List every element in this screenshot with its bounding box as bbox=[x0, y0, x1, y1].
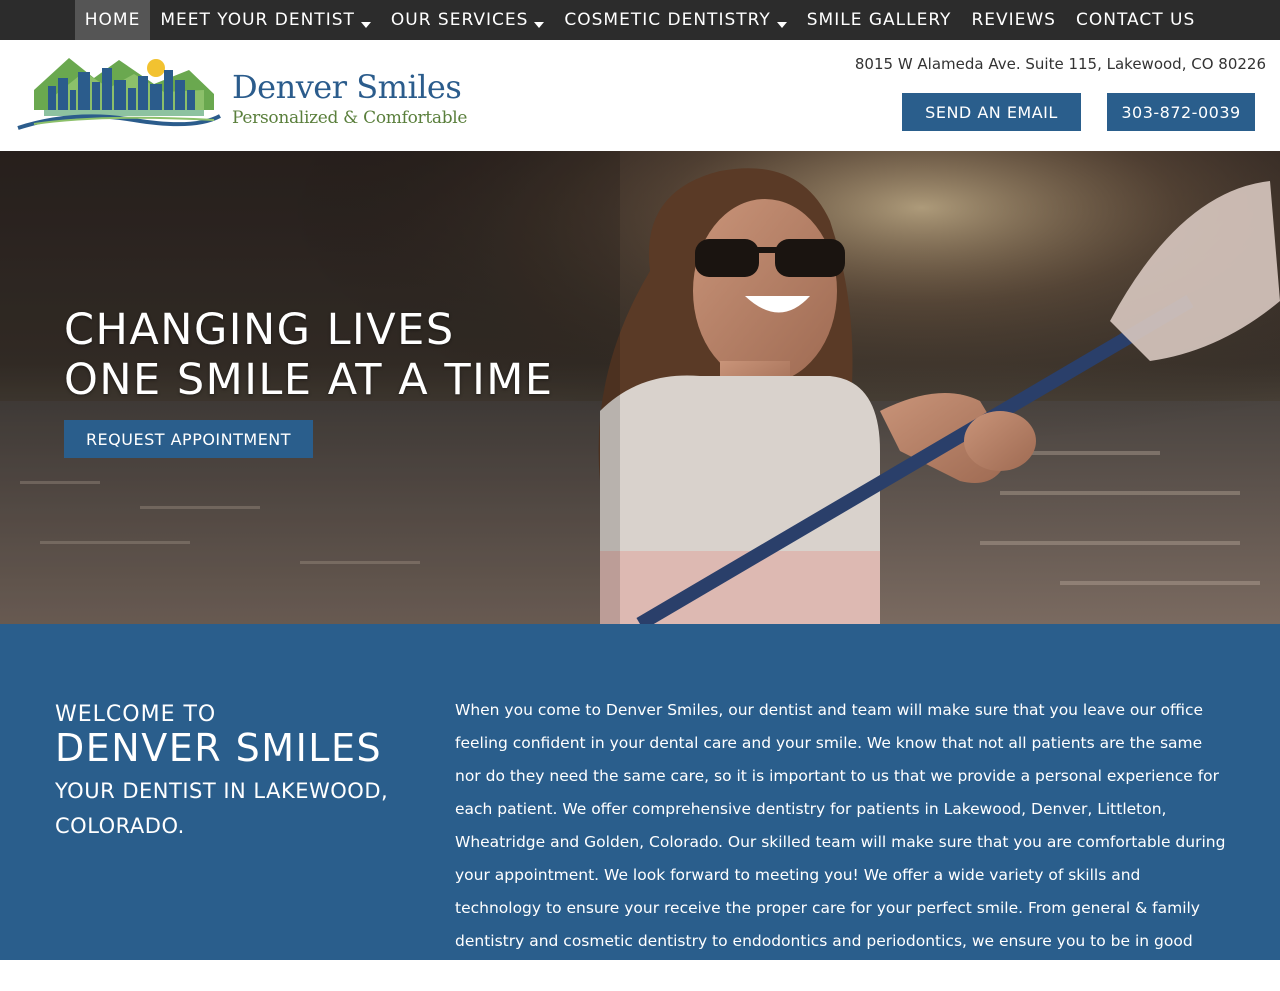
hero-banner: CHANGING LIVES ONE SMILE AT A TIME REQUE… bbox=[0, 151, 1280, 624]
hero-title: CHANGING LIVES ONE SMILE AT A TIME bbox=[64, 305, 554, 405]
nav-item-label: SMILE GALLERY bbox=[806, 10, 952, 30]
caret-down-icon bbox=[360, 22, 371, 28]
nav-item-label: MEET YOUR DENTIST bbox=[160, 10, 355, 30]
caret-down-icon bbox=[534, 22, 545, 28]
office-address: 8015 W Alameda Ave. Suite 115, Lakewood,… bbox=[854, 55, 1266, 73]
phone-button[interactable]: 303-872-0039 bbox=[1107, 93, 1255, 131]
nav-item-contact-us[interactable]: CONTACT US bbox=[1066, 0, 1205, 40]
nav-item-reviews[interactable]: REVIEWS bbox=[961, 0, 1066, 40]
logo[interactable]: Denver Smiles Personalized & Comfortable bbox=[14, 50, 467, 140]
send-email-button[interactable]: SEND AN EMAIL bbox=[902, 93, 1081, 131]
nav-item-label: REVIEWS bbox=[971, 10, 1056, 30]
welcome-title: DENVER SMILES bbox=[55, 726, 383, 770]
request-appointment-button[interactable]: REQUEST APPOINTMENT bbox=[64, 420, 313, 458]
caret-down-icon bbox=[776, 22, 787, 28]
welcome-subtitle: YOUR DENTIST IN LAKEWOOD, COLORADO. bbox=[55, 779, 389, 838]
nav-item-cosmetic-dentistry[interactable]: COSMETIC DENTISTRY bbox=[554, 0, 796, 40]
hero-title-line1: CHANGING LIVES bbox=[64, 305, 455, 355]
nav-item-home[interactable]: HOME bbox=[74, 0, 151, 40]
welcome-pre-title: WELCOME TO bbox=[55, 702, 217, 727]
nav-item-meet-your-dentist[interactable]: MEET YOUR DENTIST bbox=[150, 0, 381, 40]
main-navigation: HOME MEET YOUR DENTIST OUR SERVICES COSM… bbox=[0, 0, 1280, 40]
nav-item-label: HOME bbox=[84, 10, 141, 30]
nav-item-our-services[interactable]: OUR SERVICES bbox=[381, 0, 555, 40]
welcome-body-text: When you come to Denver Smiles, our dent… bbox=[455, 701, 1226, 983]
site-header: Denver Smiles Personalized & Comfortable… bbox=[0, 40, 1280, 151]
city-skyline-logo-icon bbox=[17, 58, 221, 130]
nav-item-label: CONTACT US bbox=[1075, 10, 1196, 30]
nav-item-label: COSMETIC DENTISTRY bbox=[564, 10, 771, 30]
logo-name: Denver Smiles bbox=[232, 68, 462, 106]
hero-title-line2: ONE SMILE AT A TIME bbox=[64, 355, 554, 405]
nav-item-smile-gallery[interactable]: SMILE GALLERY bbox=[797, 0, 962, 40]
logo-tagline: Personalized & Comfortable bbox=[232, 108, 468, 128]
welcome-section: WELCOME TO DENVER SMILES YOUR DENTIST IN… bbox=[0, 624, 1280, 983]
nav-item-label: OUR SERVICES bbox=[390, 10, 529, 30]
